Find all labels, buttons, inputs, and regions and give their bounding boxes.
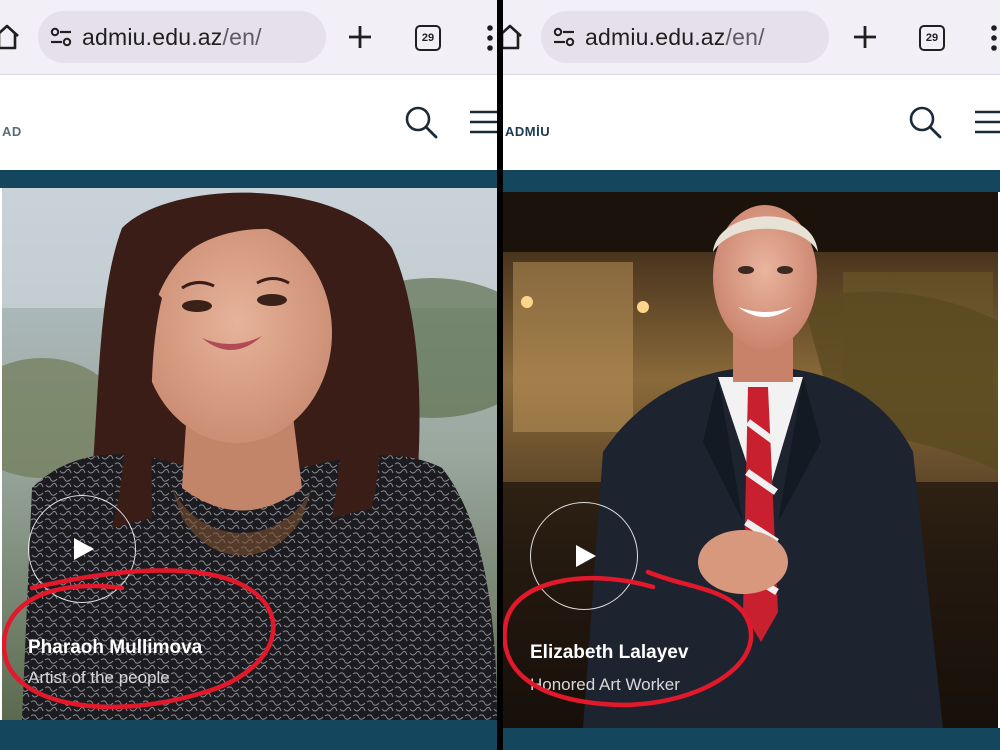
search-icon[interactable] [404, 105, 438, 139]
play-icon [576, 545, 596, 567]
more-menu-icon[interactable] [487, 24, 493, 52]
hamburger-menu-icon[interactable] [973, 109, 1000, 135]
person-title: Honored Art Worker [530, 675, 680, 694]
hamburger-menu-icon[interactable] [468, 109, 497, 135]
url-path: /en/ [725, 24, 765, 50]
url-text: admiu.edu.az/en/ [585, 24, 765, 51]
tab-count-button[interactable]: 29 [919, 25, 945, 51]
site-header: AD [0, 75, 497, 170]
url-domain: admiu.edu.az [585, 24, 726, 50]
person-name: Elizabeth Lalayev [530, 642, 689, 663]
person-card[interactable]: Pharaoh Mullimova Artist of the people [2, 188, 497, 720]
site-settings-icon[interactable] [553, 27, 575, 47]
section-footer-strip [503, 728, 1000, 750]
person-title: Artist of the people [28, 668, 170, 687]
section-footer-strip [0, 720, 497, 750]
browser-toolbar: admiu.edu.az/en/ 29 [0, 0, 497, 75]
home-icon[interactable] [503, 22, 525, 52]
person-card[interactable]: Elizabeth Lalayev Honored Art Worker [503, 192, 998, 728]
search-icon[interactable] [908, 105, 942, 139]
section-divider [0, 170, 497, 188]
address-bar[interactable]: admiu.edu.az/en/ [38, 11, 326, 63]
home-icon[interactable] [0, 22, 22, 52]
url-path: /en/ [222, 24, 262, 50]
play-video-button[interactable] [530, 502, 638, 610]
section-divider [503, 170, 1000, 192]
address-bar[interactable]: admiu.edu.az/en/ [541, 11, 829, 63]
site-logo[interactable]: ADMİU [505, 124, 550, 139]
browser-toolbar: admiu.edu.az/en/ 29 [503, 0, 1000, 75]
site-logo[interactable]: AD [2, 124, 22, 139]
left-screenshot: admiu.edu.az/en/ 29 AD Pharaoh Mullimova… [0, 0, 497, 750]
play-icon [74, 538, 94, 560]
url-domain: admiu.edu.az [82, 24, 223, 50]
tab-count-button[interactable]: 29 [415, 25, 441, 51]
site-settings-icon[interactable] [50, 27, 72, 47]
play-video-button[interactable] [28, 495, 136, 603]
right-screenshot: admiu.edu.az/en/ 29 ADMİU Elizabeth Lala… [503, 0, 1000, 750]
new-tab-icon[interactable] [347, 24, 373, 50]
person-name: Pharaoh Mullimova [28, 637, 203, 658]
site-header: ADMİU [503, 75, 1000, 170]
url-text: admiu.edu.az/en/ [82, 24, 262, 51]
more-menu-icon[interactable] [991, 24, 997, 52]
new-tab-icon[interactable] [852, 24, 878, 50]
